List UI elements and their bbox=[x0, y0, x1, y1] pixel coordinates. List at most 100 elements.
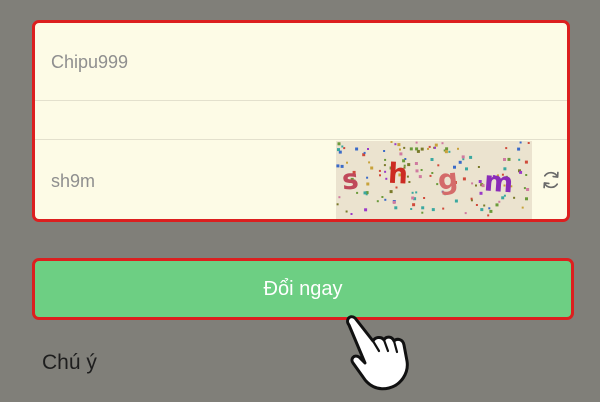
captcha-noise-dot bbox=[442, 207, 445, 210]
captcha-noise-dot bbox=[526, 188, 530, 191]
captcha-noise-dot bbox=[525, 174, 528, 176]
captcha-noise-dot bbox=[462, 177, 466, 181]
captcha-noise-dot bbox=[428, 145, 431, 148]
captcha-noise-dot bbox=[363, 151, 366, 154]
captcha-noise-dot bbox=[418, 175, 422, 179]
captcha-noise-dot bbox=[408, 181, 411, 183]
captcha-noise-dot bbox=[399, 152, 403, 156]
captcha-noise-dot bbox=[364, 208, 368, 212]
captcha-noise-dot bbox=[355, 147, 359, 151]
captcha-noise-dot bbox=[434, 143, 438, 147]
captcha-noise-dot bbox=[345, 210, 348, 213]
captcha-noise-dot bbox=[444, 150, 448, 154]
captcha-noise-dot bbox=[454, 199, 458, 203]
captcha-noise-dot bbox=[483, 204, 486, 207]
captcha-noise-dot bbox=[383, 164, 386, 167]
captcha-noise-dot bbox=[384, 158, 387, 161]
captcha-noise-dot bbox=[363, 191, 367, 195]
captcha-noise-dot bbox=[518, 158, 521, 161]
captcha-noise-dot bbox=[475, 204, 478, 206]
captcha-noise-dot bbox=[427, 147, 429, 150]
captcha-noise-dot bbox=[378, 169, 381, 172]
captcha-noise-dot bbox=[421, 211, 424, 214]
captcha-noise-dot bbox=[383, 150, 386, 152]
captcha-noise-dot bbox=[379, 174, 381, 177]
captcha-noise-dot bbox=[479, 191, 483, 195]
username-row bbox=[35, 23, 567, 101]
captcha-noise-dot bbox=[465, 167, 468, 171]
captcha-noise-dot bbox=[470, 197, 473, 200]
page: s h g m Đổi ngay Chú ý bbox=[0, 0, 600, 402]
captcha-noise-dot bbox=[457, 147, 459, 150]
secondary-input[interactable] bbox=[51, 102, 531, 140]
captcha-image-graphic: s h g m bbox=[336, 141, 530, 217]
captcha-noise-dot bbox=[384, 198, 387, 201]
captcha-noise-dot bbox=[343, 147, 346, 150]
captcha-input[interactable] bbox=[51, 141, 331, 219]
note-heading: Chú ý bbox=[42, 351, 97, 374]
captcha-noise-dot bbox=[477, 166, 480, 168]
captcha-noise-dot bbox=[471, 182, 474, 185]
captcha-noise-dot bbox=[376, 200, 379, 203]
captcha-noise-dot bbox=[410, 208, 413, 210]
captcha-noise-dot bbox=[415, 169, 419, 173]
captcha-noise-dot bbox=[336, 203, 339, 206]
captcha-noise-dot bbox=[384, 170, 387, 173]
captcha-row: s h g m bbox=[35, 141, 567, 219]
captcha-noise-dot bbox=[507, 157, 511, 161]
captcha-noise-dot bbox=[448, 150, 451, 153]
captcha-noise-dot bbox=[415, 191, 418, 194]
captcha-noise-dot bbox=[397, 143, 401, 147]
captcha-noise-dot bbox=[389, 190, 393, 194]
captcha-image: s h g m bbox=[336, 141, 532, 219]
captcha-noise-dot bbox=[517, 147, 521, 151]
captcha-noise-dot bbox=[434, 146, 436, 149]
captcha-noise-dot bbox=[366, 176, 369, 179]
captcha-noise-dot bbox=[519, 141, 522, 144]
captcha-char: m bbox=[483, 164, 514, 199]
captcha-noise-dot bbox=[381, 196, 384, 198]
captcha-noise-dot bbox=[414, 162, 418, 165]
captcha-char: g bbox=[436, 162, 459, 197]
captcha-noise-dot bbox=[392, 200, 396, 204]
captcha-noise-dot bbox=[478, 180, 482, 183]
captcha-noise-dot bbox=[415, 141, 418, 144]
captcha-noise-dot bbox=[394, 143, 397, 146]
captcha-noise-dot bbox=[338, 196, 341, 199]
captcha-noise-dot bbox=[524, 160, 528, 164]
captcha-noise-dot bbox=[521, 206, 524, 209]
captcha-noise-dot bbox=[498, 200, 501, 203]
captcha-noise-dot bbox=[431, 172, 434, 174]
captcha-noise-dot bbox=[337, 148, 340, 152]
captcha-noise-dot bbox=[366, 182, 370, 186]
captcha-noise-dot bbox=[415, 147, 419, 151]
captcha-char: s bbox=[341, 162, 360, 196]
hand-pointer-icon bbox=[346, 315, 409, 391]
exchange-now-button[interactable]: Đổi ngay bbox=[32, 258, 574, 320]
captcha-noise-dot bbox=[462, 158, 465, 161]
blank-field-row bbox=[35, 102, 567, 140]
captcha-noise-dot bbox=[527, 142, 530, 144]
captcha-noise-dot bbox=[525, 197, 528, 201]
captcha-noise-dot bbox=[350, 213, 353, 215]
captcha-noise-dot bbox=[399, 148, 401, 151]
captcha-noise-dot bbox=[394, 206, 398, 210]
captcha-noise-dot bbox=[429, 174, 432, 177]
captcha-noise-dot bbox=[341, 145, 344, 148]
refresh-icon[interactable] bbox=[540, 169, 562, 191]
captcha-noise-dot bbox=[420, 147, 424, 151]
captcha-char: h bbox=[387, 157, 409, 191]
captcha-noise-dot bbox=[441, 142, 444, 145]
captcha-noise-dot bbox=[337, 142, 341, 146]
captcha-noise-dot bbox=[464, 212, 467, 215]
username-input[interactable] bbox=[51, 23, 531, 101]
captcha-noise-dot bbox=[367, 148, 369, 150]
captcha-noise-dot bbox=[390, 141, 393, 143]
captcha-noise-dot bbox=[403, 146, 406, 149]
captcha-noise-dot bbox=[487, 214, 490, 217]
captcha-noise-dot bbox=[495, 203, 499, 207]
captcha-noise-dot bbox=[431, 208, 435, 212]
captcha-noise-dot bbox=[368, 161, 371, 164]
captcha-noise-dot bbox=[513, 196, 516, 199]
captcha-noise-dot bbox=[412, 203, 416, 207]
